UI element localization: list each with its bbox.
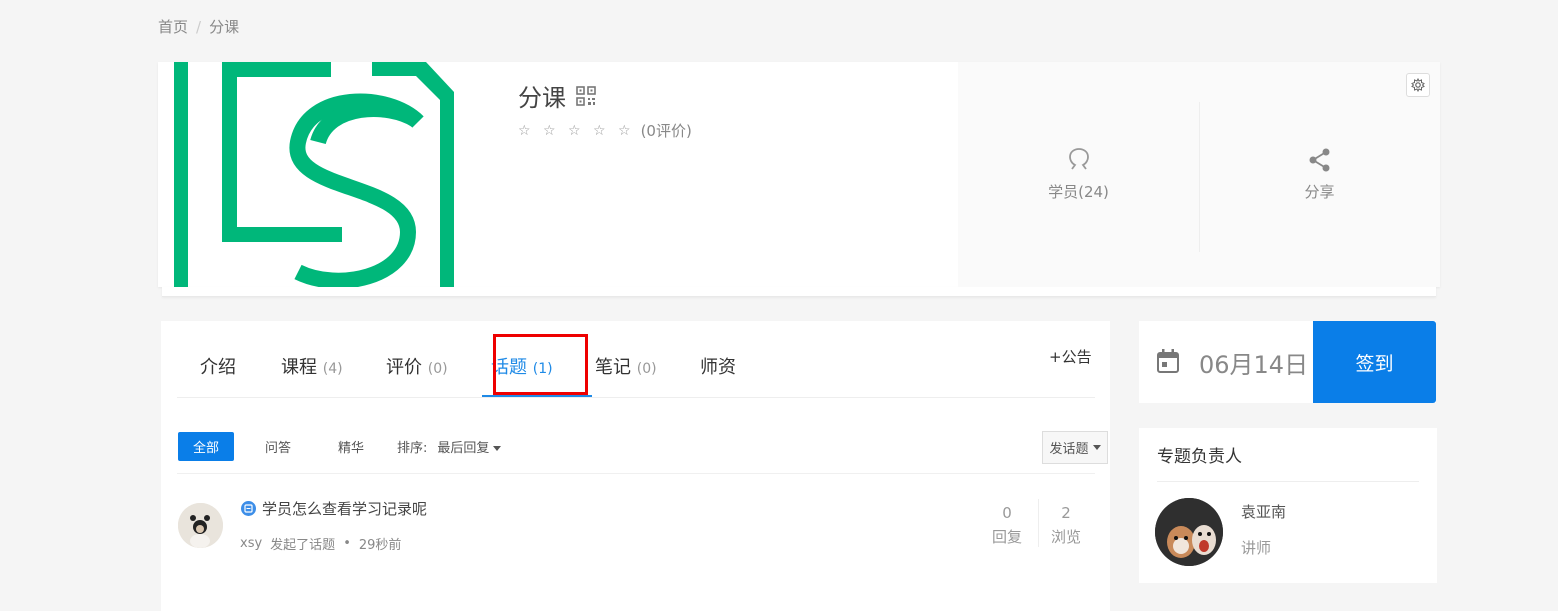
course-cover-image bbox=[158, 62, 456, 287]
topic-owner-card: 专题负责人 袁亚南 讲师 bbox=[1139, 428, 1437, 583]
tab-reviews-label: 评价 bbox=[386, 357, 422, 378]
breadcrumb: 首页 / 分课 bbox=[158, 16, 239, 37]
tab-reviews[interactable]: 评价 (0) bbox=[386, 353, 448, 379]
tab-intro-label: 介绍 bbox=[200, 357, 236, 378]
course-title-text: 分课 bbox=[518, 84, 566, 112]
thread-title-link[interactable]: 学员怎么查看学习记录呢 bbox=[241, 498, 427, 519]
owner-card-divider bbox=[1157, 481, 1419, 482]
course-title: 分课 bbox=[518, 78, 596, 113]
reply-count-value: 0 bbox=[1002, 504, 1012, 522]
thread-time: 29秒前 bbox=[358, 538, 402, 553]
thread-author-link[interactable]: xsy bbox=[240, 536, 262, 551]
owner-role: 讲师 bbox=[1241, 539, 1272, 557]
thread-author-avatar[interactable] bbox=[178, 503, 223, 548]
tab-teachers-label: 师资 bbox=[700, 357, 736, 378]
post-topic-button[interactable]: 发话题 bbox=[1042, 431, 1108, 464]
sort-label: 排序: bbox=[397, 441, 428, 456]
checkin-date: 06月14日 bbox=[1199, 351, 1309, 379]
topic-filters: 全部 问答 精华 排序: 最后回复 发话题 bbox=[177, 431, 1108, 474]
calendar-icon bbox=[1157, 349, 1179, 373]
students-label: 学员(24) bbox=[1048, 183, 1109, 201]
view-count: 2 浏览 bbox=[1041, 501, 1091, 549]
course-rating: ☆ ☆ ☆ ☆ ☆ (0评价) bbox=[518, 120, 692, 141]
sort-dropdown[interactable]: 排序: 最后回复 bbox=[397, 437, 502, 456]
header-card-footer bbox=[162, 287, 1436, 297]
settings-gear-button[interactable] bbox=[1406, 73, 1430, 97]
checkin-card: 06月14日 签到 bbox=[1139, 321, 1436, 403]
highlight-box bbox=[493, 334, 588, 395]
course-tabs: 介绍 课程 (4) 评价 (0) 话题 (1) 笔记 (0) 师资 +公告 bbox=[177, 321, 1095, 398]
breadcrumb-current: 分课 bbox=[209, 18, 240, 36]
breadcrumb-separator: / bbox=[196, 17, 202, 36]
thread-action: 发起了话题 bbox=[270, 538, 336, 553]
tab-notes-count: (0) bbox=[636, 361, 657, 377]
tab-intro[interactable]: 介绍 bbox=[200, 353, 236, 379]
active-tab-underline bbox=[482, 395, 592, 397]
thread-meta: xsy 发起了话题 • 29秒前 bbox=[240, 534, 401, 553]
share-stat[interactable]: 分享 bbox=[1199, 62, 1440, 287]
course-stats-panel: 学员(24) 分享 bbox=[958, 62, 1440, 287]
filter-featured[interactable]: 精华 bbox=[338, 437, 364, 456]
course-header-card: 分课 ☆ ☆ ☆ ☆ ☆ (0评价) 学员(24) 分享 bbox=[158, 62, 1440, 287]
owner-name[interactable]: 袁亚南 bbox=[1241, 501, 1286, 522]
meta-dot: • bbox=[343, 536, 351, 551]
owner-avatar[interactable] bbox=[1155, 498, 1223, 566]
student-icon bbox=[1068, 148, 1089, 170]
rating-count: (0评价) bbox=[640, 122, 692, 140]
tab-lessons-label: 课程 bbox=[281, 357, 317, 378]
course-main-panel: 介绍 课程 (4) 评价 (0) 话题 (1) 笔记 (0) 师资 +公告 全部… bbox=[161, 321, 1110, 611]
question-icon bbox=[241, 501, 256, 516]
tab-notes[interactable]: 笔记 (0) bbox=[595, 353, 657, 379]
qrcode-icon[interactable] bbox=[576, 85, 596, 106]
metric-divider bbox=[1038, 499, 1039, 547]
reply-count-label: 回复 bbox=[991, 528, 1022, 546]
post-topic-label: 发话题 bbox=[1049, 442, 1089, 457]
share-label: 分享 bbox=[1304, 183, 1335, 201]
tab-lessons[interactable]: 课程 (4) bbox=[281, 353, 343, 379]
thread-title-text: 学员怎么查看学习记录呢 bbox=[262, 500, 428, 518]
tab-teachers[interactable]: 师资 bbox=[700, 353, 736, 379]
gear-icon bbox=[1411, 78, 1425, 92]
reply-count: 0 回复 bbox=[982, 501, 1032, 549]
filter-all-button[interactable]: 全部 bbox=[178, 432, 234, 461]
chevron-down-icon bbox=[1092, 445, 1101, 450]
rating-stars: ☆ ☆ ☆ ☆ ☆ bbox=[518, 122, 635, 139]
add-announcement-button[interactable]: +公告 bbox=[1049, 346, 1092, 367]
tab-lessons-count: (4) bbox=[322, 361, 343, 377]
view-count-label: 浏览 bbox=[1050, 528, 1081, 546]
tab-notes-label: 笔记 bbox=[595, 357, 631, 378]
filter-qa[interactable]: 问答 bbox=[265, 437, 291, 456]
tab-reviews-count: (0) bbox=[427, 361, 448, 377]
signin-button[interactable]: 签到 bbox=[1313, 321, 1436, 403]
owner-card-title: 专题负责人 bbox=[1157, 447, 1242, 467]
chevron-down-icon bbox=[493, 446, 502, 451]
students-stat[interactable]: 学员(24) bbox=[958, 62, 1199, 287]
breadcrumb-home-link[interactable]: 首页 bbox=[158, 16, 188, 37]
share-icon bbox=[1309, 148, 1329, 172]
view-count-value: 2 bbox=[1061, 504, 1071, 522]
sort-value: 最后回复 bbox=[437, 441, 490, 456]
